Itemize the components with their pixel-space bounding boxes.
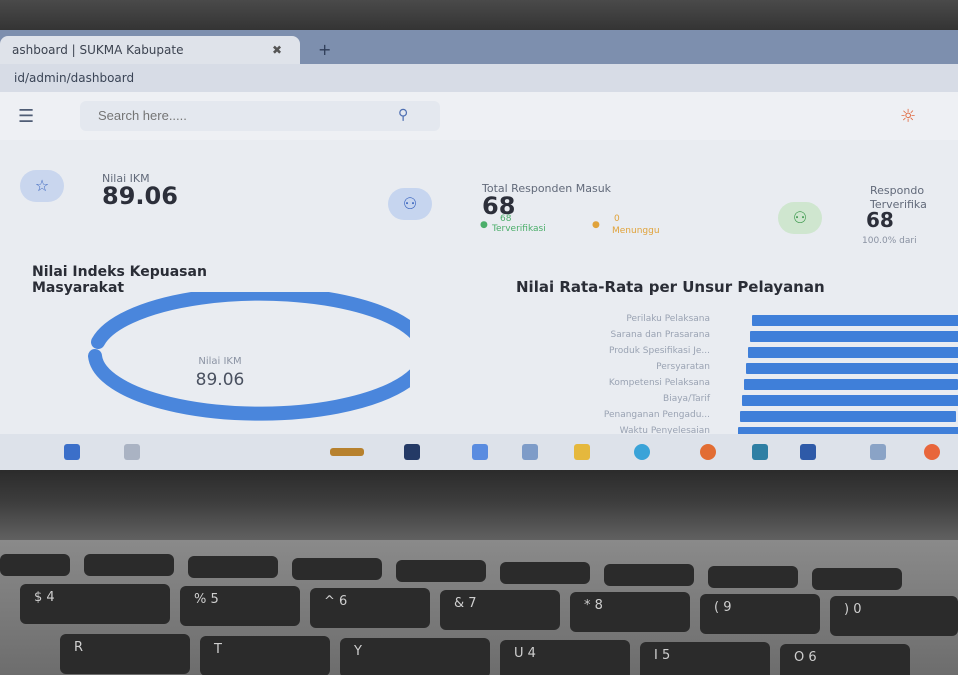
ikm-donut-center-label: Nilai IKM: [198, 356, 242, 367]
stat-total-verified-count: 68: [500, 214, 512, 224]
sun-icon[interactable]: ☼: [900, 106, 916, 127]
keyboard-key: [604, 564, 694, 586]
stat-verified-label-1: Respondo: [870, 184, 925, 197]
keyboard-key: O 6: [780, 644, 910, 675]
keyboard-key: $ 4: [20, 584, 170, 624]
chrome-icon[interactable]: [924, 444, 940, 460]
keyboard-key: ) 0: [830, 596, 958, 636]
folder-icon[interactable]: [574, 444, 590, 460]
keyboard-key: ( 9: [700, 594, 820, 634]
laptop-bezel-bottom: [0, 470, 958, 550]
unsur-bar-row: Perilaku Pelaksana: [470, 313, 958, 329]
search-icon[interactable]: ⚲: [398, 107, 408, 123]
edge-icon[interactable]: [634, 444, 650, 460]
verified-dot: ●: [480, 220, 488, 230]
ikm-donut-chart: [88, 292, 410, 421]
dropbox-icon[interactable]: [800, 444, 816, 460]
app-l-icon[interactable]: [404, 444, 420, 460]
unsur-bar-label: Sarana dan Prasarana: [610, 330, 710, 340]
keyboard-key: T: [200, 636, 330, 675]
new-tab-button[interactable]: +: [318, 40, 331, 59]
unsur-bar-label: Penanganan Pengadu...: [603, 410, 710, 420]
keyboard-key: U 4: [500, 640, 630, 675]
stat-total-verified-label: Terverifikasi: [492, 224, 546, 234]
keyboard-key: [812, 568, 902, 590]
unsur-bar-row: Penanganan Pengadu...: [470, 409, 958, 425]
app-icon[interactable]: [472, 444, 488, 460]
app-icon[interactable]: [752, 444, 768, 460]
ikm-donut-arc: [88, 292, 410, 421]
address-bar[interactable]: id/admin/dashboard: [0, 64, 958, 92]
unsur-bar-label: Biaya/Tarif: [663, 394, 710, 404]
unsur-bar[interactable]: [752, 315, 958, 326]
search-input[interactable]: [80, 101, 440, 131]
unsur-bar-row: Kompetensi Pelaksana: [470, 377, 958, 393]
unsur-bar-label: Persyaratan: [656, 362, 710, 372]
app-topbar: ☰ ⚲ ☼: [0, 92, 958, 140]
unsur-bar[interactable]: [740, 411, 956, 422]
stat-verified-value: 68: [866, 208, 894, 232]
keyboard-key: I 5: [640, 642, 770, 675]
user-plus-icon: ⚇: [388, 188, 432, 220]
windows-start-icon[interactable]: [64, 444, 80, 460]
unsur-panel-title: Nilai Rata-Rata per Unsur Pelayanan: [516, 278, 825, 296]
laptop-keyboard: $ 4 % 5 ^ 6 & 7 * 8 ( 9 ) 0 R T Y U 4 I …: [0, 540, 958, 675]
keyboard-key: [396, 560, 486, 582]
unsur-bar-row: Biaya/Tarif: [470, 393, 958, 409]
keyboard-key: % 5: [180, 586, 300, 626]
keyboard-key: R: [60, 634, 190, 674]
unsur-bar[interactable]: [742, 395, 958, 406]
unsur-bar-row: Produk Spesifikasi Je...: [470, 345, 958, 361]
browser-tab[interactable]: ashboard | SUKMA Kabupate ✖: [0, 36, 300, 64]
keyboard-key: [0, 554, 70, 576]
unsur-bar-row: Sarana dan Prasarana: [470, 329, 958, 345]
keyboard-key: & 7: [440, 590, 560, 630]
stat-verified-note: 100.0% dari: [862, 236, 917, 246]
keyboard-key: [292, 558, 382, 580]
keyboard-key: ^ 6: [310, 588, 430, 628]
ikm-donut-center-value: 89.06: [195, 370, 245, 390]
unsur-bar-label: Kompetensi Pelaksana: [608, 378, 710, 388]
keyboard-key: * 8: [570, 592, 690, 632]
keyboard-key: [500, 562, 590, 584]
stat-ikm-value: 89.06: [102, 182, 178, 210]
unsur-bar[interactable]: [748, 347, 958, 358]
unsur-bar[interactable]: [750, 331, 958, 342]
star-icon: ☆: [20, 170, 64, 202]
waiting-dot: ●: [592, 220, 600, 230]
browser-tab-title: ashboard | SUKMA Kabupate: [12, 43, 184, 57]
keyboard-key: Y: [340, 638, 490, 675]
stat-total-waiting-count: 0: [614, 214, 620, 224]
app-icon[interactable]: [522, 444, 538, 460]
laptop-screen: ashboard | SUKMA Kabupate ✖ + id/admin/d…: [0, 30, 958, 470]
app-icon[interactable]: [870, 444, 886, 460]
close-icon[interactable]: ✖: [272, 36, 282, 64]
browser-tab-bar: ashboard | SUKMA Kabupate ✖ +: [0, 30, 958, 64]
unsur-bar-row: Persyaratan: [470, 361, 958, 377]
unsur-bar[interactable]: [746, 363, 958, 374]
ikm-panel-title-1: Nilai Indeks Kepuasan: [32, 264, 207, 280]
widgets-icon[interactable]: [330, 448, 364, 456]
unsur-bar-label: Produk Spesifikasi Je...: [609, 346, 710, 356]
firefox-icon[interactable]: [700, 444, 716, 460]
stat-total-waiting-label: Menunggu: [612, 226, 660, 236]
unsur-bar-label: Perilaku Pelaksana: [626, 314, 710, 324]
menu-icon[interactable]: ☰: [18, 106, 34, 127]
keyboard-key: [188, 556, 278, 578]
keyboard-key: [84, 554, 174, 576]
unsur-bar[interactable]: [744, 379, 958, 390]
os-taskbar: [0, 434, 958, 470]
keyboard-key: [708, 566, 798, 588]
user-check-icon: ⚇: [778, 202, 822, 234]
search-icon[interactable]: [124, 444, 140, 460]
